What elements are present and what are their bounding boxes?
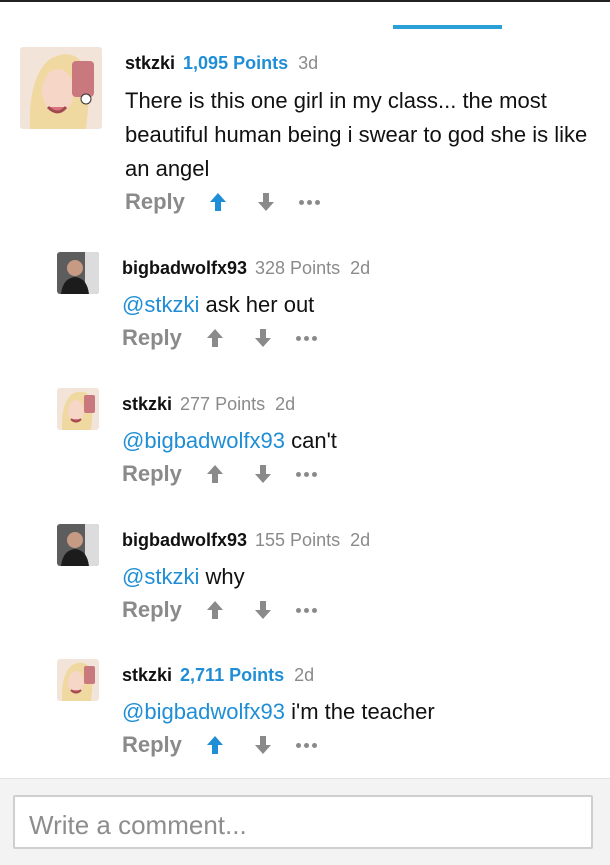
more-options-button[interactable] <box>295 607 317 613</box>
comment-item: stkzki 1,095 Points 3d There is this one g… <box>0 40 610 225</box>
reply-button[interactable]: Reply <box>122 461 182 487</box>
arrow-down-icon <box>254 465 271 483</box>
comment-text: There is this one girl in my class... th… <box>125 84 595 186</box>
comment-username[interactable]: stkzki <box>125 53 175 73</box>
upvote-button[interactable] <box>200 462 230 486</box>
downvote-button[interactable] <box>248 733 278 757</box>
reply-button[interactable]: Reply <box>125 189 185 215</box>
comment-text: @bigbadwolfx93 i'm the teacher <box>122 697 435 727</box>
anime-girl-avatar-icon <box>57 659 99 701</box>
active-tab-indicator <box>393 25 502 29</box>
downvote-button[interactable] <box>248 598 278 622</box>
arrow-up-icon <box>206 601 223 619</box>
anime-girl-avatar-icon <box>20 47 102 129</box>
comment-text: @bigbadwolfx93 can't <box>122 426 337 456</box>
comment-input-placeholder: Write a comment... <box>29 810 247 840</box>
arrow-down-icon <box>254 329 271 347</box>
top-border <box>0 0 610 2</box>
user-mention-link[interactable]: @bigbadwolfx93 <box>122 428 285 453</box>
upvote-button[interactable] <box>200 326 230 350</box>
comment-points: 328 Points <box>255 258 341 278</box>
avatar[interactable] <box>57 252 99 294</box>
comment-text: @stkzki why <box>122 562 245 592</box>
comment-age: 2d <box>350 258 371 278</box>
more-options-button[interactable] <box>295 742 317 748</box>
arrow-up-icon <box>206 736 223 754</box>
comment-points: 277 Points <box>180 394 266 414</box>
comment-age: 2d <box>275 394 296 414</box>
avatar[interactable] <box>57 388 99 430</box>
arrow-down-icon <box>254 601 271 619</box>
comment-body: why <box>199 564 245 589</box>
avatar[interactable] <box>20 47 102 129</box>
comment-age: 2d <box>294 665 315 685</box>
avatar[interactable] <box>57 524 99 566</box>
top-tab-bar <box>0 0 610 30</box>
comment-body: can't <box>285 428 337 453</box>
user-mention-link[interactable]: @stkzki <box>122 564 199 589</box>
upvote-button[interactable] <box>200 733 230 757</box>
reply-button[interactable]: Reply <box>122 325 182 351</box>
comment-input[interactable]: Write a comment... <box>13 795 593 849</box>
reply-comment-item: stkzki 2,711 Points 2d @bigbadwolfx93 i'm … <box>0 655 610 775</box>
arrow-up-icon <box>206 465 223 483</box>
comment-body: There is this one girl in my class... th… <box>125 88 588 181</box>
more-options-button[interactable] <box>295 471 317 477</box>
upvote-button[interactable] <box>203 190 233 214</box>
man-photo-avatar-icon <box>57 524 99 566</box>
comment-username[interactable]: stkzki <box>122 394 172 414</box>
anime-girl-avatar-icon <box>57 388 99 430</box>
comment-points: 1,095 Points <box>183 53 289 73</box>
comment-username[interactable]: bigbadwolfx93 <box>122 530 247 550</box>
more-options-button[interactable] <box>295 335 317 341</box>
comment-age: 3d <box>298 53 319 73</box>
reply-button[interactable]: Reply <box>122 597 182 623</box>
downvote-button[interactable] <box>248 462 278 486</box>
comment-age: 2d <box>350 530 371 550</box>
avatar[interactable] <box>57 659 99 701</box>
arrow-down-icon <box>257 193 274 211</box>
man-photo-avatar-icon <box>57 252 99 294</box>
comment-body: ask her out <box>199 292 315 317</box>
comment-points: 155 Points <box>255 530 341 550</box>
upvote-button[interactable] <box>200 598 230 622</box>
user-mention-link[interactable]: @bigbadwolfx93 <box>122 699 285 724</box>
downvote-button[interactable] <box>251 190 281 214</box>
user-mention-link[interactable]: @stkzki <box>122 292 199 317</box>
arrow-up-icon <box>209 193 226 211</box>
reply-comment-item: bigbadwolfx93 328 Points 2d @stkzki ask he… <box>0 248 610 368</box>
comment-username[interactable]: stkzki <box>122 665 172 685</box>
comment-composer: Write a comment... <box>0 778 610 865</box>
arrow-down-icon <box>254 736 271 754</box>
reply-button[interactable]: Reply <box>122 732 182 758</box>
reply-comment-item: stkzki 277 Points 2d @bigbadwolfx93 can't … <box>0 384 610 504</box>
downvote-button[interactable] <box>248 326 278 350</box>
more-options-button[interactable] <box>298 199 320 205</box>
comment-text: @stkzki ask her out <box>122 290 314 320</box>
reply-comment-item: bigbadwolfx93 155 Points 2d @stkzki why Re… <box>0 520 610 640</box>
comment-username[interactable]: bigbadwolfx93 <box>122 258 247 278</box>
arrow-up-icon <box>206 329 223 347</box>
comment-body: i'm the teacher <box>285 699 435 724</box>
comment-points: 2,711 Points <box>180 665 285 685</box>
